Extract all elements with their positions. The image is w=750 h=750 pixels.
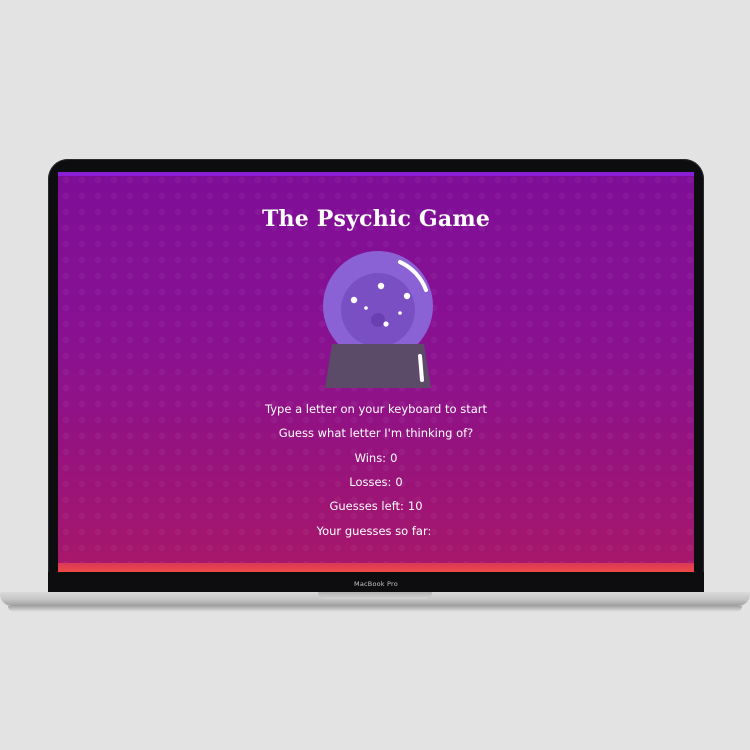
app-screen: The Psychic Game Type a letter on your k… — [58, 172, 694, 572]
guesses-left-label: Guesses left: — [329, 499, 404, 513]
wins-stat: Wins: 0 — [58, 451, 694, 465]
wins-label: Wins: — [354, 451, 387, 465]
losses-label: Losses: — [349, 475, 392, 489]
page-title: The Psychic Game — [261, 206, 491, 232]
losses-stat: Losses: 0 — [58, 475, 694, 489]
lid-notch — [318, 592, 432, 599]
guesses-so-far-label: Your guesses so far: — [316, 524, 432, 538]
prompt-text: Guess what letter I'm thinking of? — [278, 426, 474, 440]
guesses-so-far-stat: Your guesses so far: — [58, 524, 694, 538]
bottom-accent-strip — [58, 563, 694, 572]
guesses-left-value: 10 — [407, 499, 423, 513]
laptop-frame: The Psychic Game Type a letter on your k… — [0, 0, 750, 750]
losses-value: 0 — [395, 475, 403, 489]
instruction-text: Type a letter on your keyboard to start — [265, 402, 487, 416]
laptop-base-shadow — [8, 606, 742, 612]
top-accent-strip — [58, 172, 694, 176]
guesses-left-stat: Guesses left: 10 — [58, 499, 694, 513]
wins-value: 0 — [390, 451, 398, 465]
laptop-base — [0, 592, 750, 614]
crystal-ball-icon — [323, 251, 433, 388]
device-brand-label: MacBook Pro — [354, 580, 398, 588]
